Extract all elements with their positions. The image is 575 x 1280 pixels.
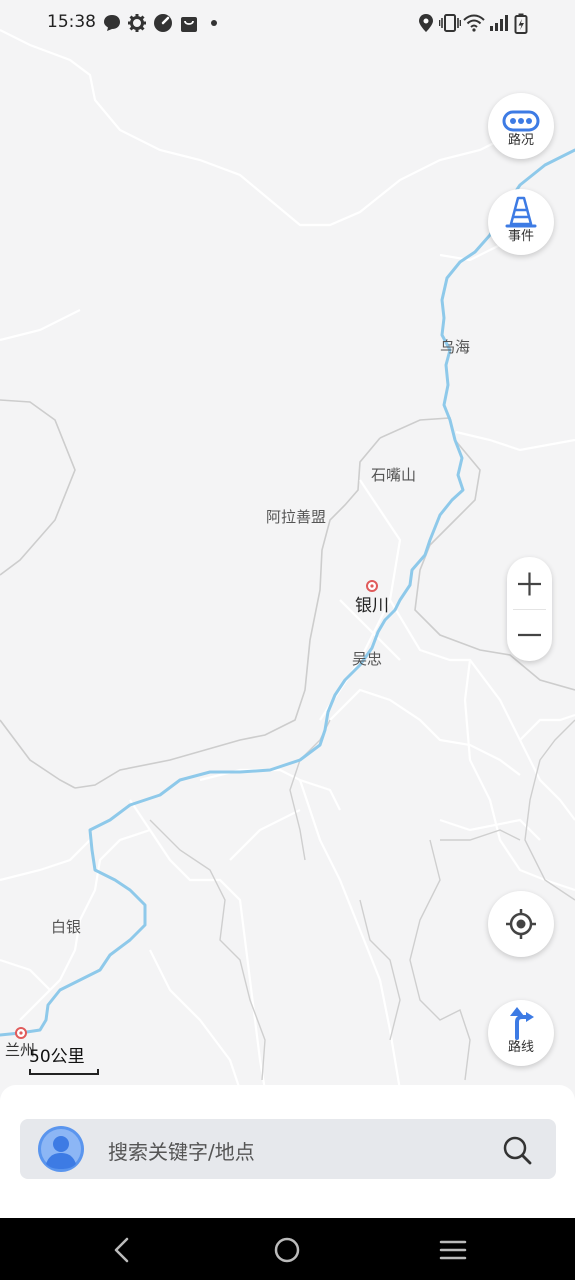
signal-icon: [490, 15, 508, 31]
search-box[interactable]: 搜索关键字/地点: [20, 1119, 556, 1179]
back-icon[interactable]: [107, 1235, 137, 1265]
place-label-shizuishan[interactable]: 石嘴山: [371, 464, 416, 485]
map-scale: 50公里: [29, 1042, 99, 1075]
system-nav-bar: [0, 1218, 575, 1280]
search-placeholder[interactable]: 搜索关键字/地点: [108, 1136, 255, 1165]
zoom-out-button[interactable]: [507, 610, 552, 662]
location-pin-icon: [419, 14, 433, 32]
shopping-bag-icon: [181, 17, 197, 32]
vibrate-icon: [439, 14, 461, 32]
avatar-icon[interactable]: [37, 1125, 85, 1173]
search-icon[interactable]: [502, 1135, 532, 1165]
route-arrow-icon: [510, 1007, 534, 1040]
traffic-label: 路况: [507, 133, 534, 148]
scale-bar: [29, 1069, 99, 1075]
route-label: 路线: [507, 1040, 534, 1055]
place-label-wuzhong[interactable]: 吴忠: [352, 648, 382, 669]
search-panel: 搜索关键字/地点: [0, 1085, 575, 1218]
place-label-wuhai[interactable]: 乌海: [440, 336, 470, 357]
battery-charging-icon: [514, 13, 528, 34]
locate-button[interactable]: [488, 891, 554, 957]
plus-icon: [518, 572, 541, 596]
place-label-alashan[interactable]: 阿拉善盟: [266, 506, 326, 527]
gear-icon: [128, 14, 146, 32]
scale-label: 50公里: [29, 1047, 85, 1067]
zoom-in-button[interactable]: [507, 557, 552, 609]
wifi-icon: [463, 14, 485, 32]
route-button[interactable]: 路线: [488, 1000, 554, 1066]
status-time: 15:38: [47, 12, 96, 32]
place-label-baiyin[interactable]: 白银: [51, 916, 81, 937]
minus-icon: [518, 633, 541, 637]
place-label-yinchuan[interactable]: 银川: [355, 591, 389, 616]
events-button[interactable]: 事件: [488, 189, 554, 255]
zoom-control: [507, 557, 552, 661]
dot-icon: [211, 20, 217, 26]
crosshair-icon: [506, 909, 536, 939]
chat-bubble-icon: [104, 15, 120, 31]
home-icon[interactable]: [272, 1235, 302, 1265]
menu-icon[interactable]: [438, 1235, 468, 1265]
status-bar: 15:38: [0, 0, 575, 46]
gauge-icon: [154, 14, 172, 32]
traffic-button[interactable]: 路况: [488, 93, 554, 159]
events-label: 事件: [507, 229, 534, 244]
